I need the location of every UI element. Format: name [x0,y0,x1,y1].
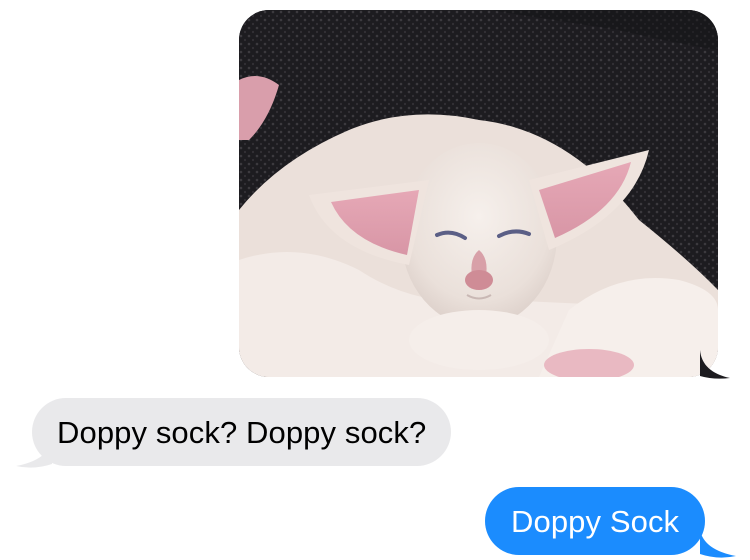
received-message-text: Doppy sock? Doppy sock? [57,414,427,450]
photo-bubble-tail [700,350,730,379]
sent-bubble-tail [700,530,736,558]
sent-message-text: Doppy Sock [511,503,680,539]
received-message-bubble[interactable]: Doppy sock? Doppy sock? [32,398,452,466]
sent-photo-message[interactable] [239,10,718,377]
sent-message-bubble[interactable]: Doppy Sock [485,487,706,555]
kitten-photo [239,10,718,377]
